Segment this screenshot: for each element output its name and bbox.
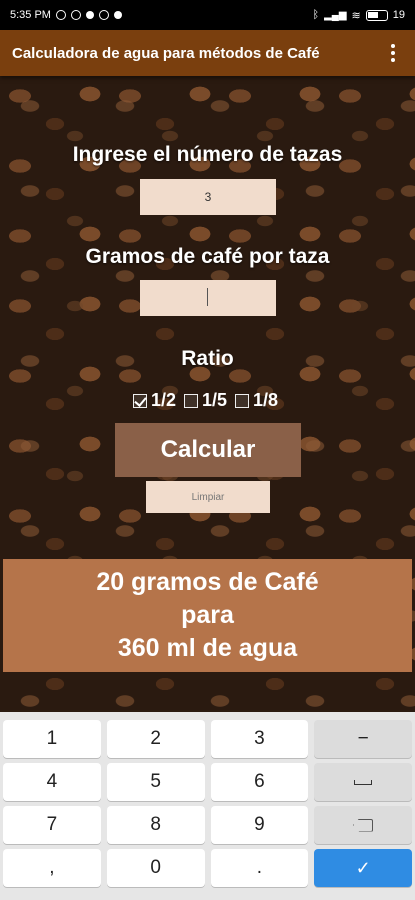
result-panel: 20 gramos de Café para 360 ml de agua — [3, 559, 412, 672]
bluetooth-icon: ᛒ — [312, 9, 320, 21]
grams-input[interactable] — [140, 280, 276, 316]
checkbox-icon[interactable] — [183, 393, 198, 408]
key-3[interactable]: 3 — [210, 720, 309, 758]
checkmark-icon: ✓ — [355, 857, 371, 878]
app-icon — [113, 11, 122, 19]
whatsapp-icon — [70, 10, 81, 20]
status-bar: 5:35 PM ᛒ ▂▄▆ ≋ 19 — [0, 0, 415, 30]
clear-button[interactable]: Limpiar — [146, 481, 270, 513]
calculate-button[interactable]: Calcular — [115, 423, 301, 477]
key-4[interactable]: 4 — [3, 763, 101, 801]
ratio-options: 1/2 1/5 1/8 — [0, 390, 415, 411]
ratio-option-1-5[interactable]: 1/5 — [183, 390, 228, 411]
result-line-1: 20 gramos de Café — [96, 568, 319, 596]
key-7[interactable]: 7 — [3, 806, 101, 844]
ratio-option-label: 1/5 — [201, 390, 228, 410]
key-enter[interactable]: ✓ — [314, 849, 412, 887]
checkbox-checked-icon[interactable] — [132, 393, 147, 408]
status-time: 5:35 PM — [10, 9, 51, 21]
key-9[interactable]: 9 — [210, 806, 309, 844]
ratio-label: Ratio — [181, 347, 234, 370]
ratio-option-label: 1/8 — [253, 390, 279, 410]
key-backspace[interactable] — [314, 806, 412, 844]
messenger-icon — [85, 11, 94, 19]
key-comma[interactable]: , — [3, 849, 101, 887]
battery-level: 19 — [392, 9, 405, 21]
key-0[interactable]: 0 — [106, 849, 205, 887]
overflow-menu-icon[interactable] — [383, 44, 403, 62]
signal-icon: ▂▄▆ — [324, 9, 347, 21]
checkbox-icon[interactable] — [235, 393, 250, 408]
key-6[interactable]: 6 — [210, 763, 309, 801]
app-bar: Calculadora de agua para métodos de Café — [0, 30, 415, 76]
cups-input[interactable] — [140, 179, 276, 215]
notification-icon — [55, 10, 66, 20]
backspace-icon — [353, 818, 374, 832]
key-2[interactable]: 2 — [106, 720, 205, 758]
settings-icon — [98, 10, 109, 20]
ratio-option-1-8[interactable]: 1/8 — [235, 390, 278, 411]
text-cursor — [207, 288, 208, 306]
numeric-keyboard: 1 2 3 − 4 5 6 7 8 9 , 0 . ✓ — [0, 712, 415, 900]
key-1[interactable]: 1 — [3, 720, 101, 758]
key-5[interactable]: 5 — [106, 763, 205, 801]
cups-label: Ingrese el número de tazas — [72, 143, 343, 166]
ratio-option-1-2[interactable]: 1/2 — [132, 390, 176, 411]
main-content: Ingrese el número de tazas Gramos de caf… — [0, 76, 415, 712]
ratio-option-label: 1/2 — [150, 390, 176, 410]
key-8[interactable]: 8 — [106, 806, 205, 844]
result-line-2: para — [181, 601, 234, 629]
result-line-3: 360 ml de agua — [117, 634, 298, 662]
key-minus[interactable]: − — [314, 720, 412, 758]
app-title: Calculadora de agua para métodos de Café — [12, 44, 320, 62]
wifi-icon: ≋ — [351, 9, 361, 22]
grams-label: Gramos de café por taza — [85, 245, 330, 268]
battery-icon — [365, 9, 388, 21]
key-period[interactable]: . — [210, 849, 309, 887]
key-space[interactable] — [314, 763, 412, 801]
space-icon — [354, 779, 373, 785]
